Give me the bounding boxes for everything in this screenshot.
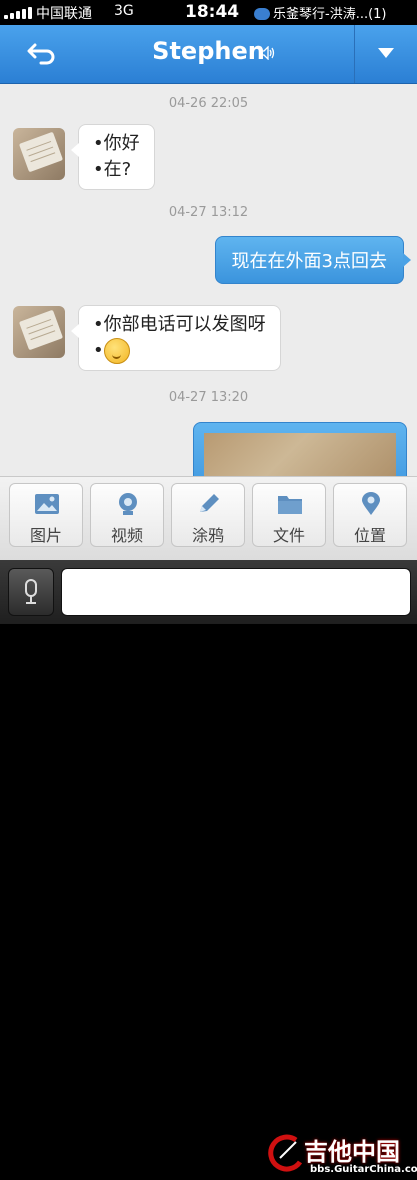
- timestamp: 04-26 22:05: [168, 96, 249, 111]
- picture-button[interactable]: 图片: [9, 483, 83, 547]
- notification: 乐釜琴行-洪涛...(1): [254, 3, 387, 22]
- video-label: 视频: [110, 526, 143, 545]
- microphone-icon: [25, 579, 37, 604]
- timestamp: 04-27 13:12: [168, 205, 249, 220]
- speaker-icon: [260, 46, 275, 60]
- attachment-panel: 图片 视频 涂鸦 文件 位置: [0, 476, 417, 561]
- status-bar: 中国联通 3G 18:44 乐釜琴行-洪涛...(1): [0, 0, 417, 25]
- file-label: 文件: [272, 526, 305, 545]
- navigation-bar: Stephen: [0, 25, 417, 84]
- doodle-label: 涂鸦: [191, 526, 224, 545]
- notification-text: 乐釜琴行-洪涛...(1): [273, 7, 387, 22]
- dropdown-triangle-icon: [378, 48, 394, 58]
- image-thumbnail[interactable]: [204, 433, 396, 476]
- smiley-face-icon: [103, 338, 130, 364]
- message-input[interactable]: [62, 569, 410, 615]
- message-text: 现在在外面3点回去: [231, 251, 387, 272]
- guitar-logo-icon: [268, 1134, 303, 1172]
- message-bubble-icon: [254, 7, 270, 20]
- message-bubble-incoming[interactable]: •你好 •在?: [71, 124, 155, 190]
- menu-dropdown-button[interactable]: [354, 25, 417, 83]
- watermark: 吉他中国 bbs.GuitarChina.com: [266, 1130, 417, 1180]
- message-line: •你部电话可以发图呀: [93, 314, 266, 335]
- video-button[interactable]: 视频: [90, 483, 164, 547]
- message-bubble-incoming[interactable]: •你部电话可以发图呀 •: [71, 305, 281, 371]
- picture-icon: [35, 494, 59, 514]
- location-pin-icon: [362, 492, 380, 515]
- watermark-url: bbs.GuitarChina.com: [310, 1164, 417, 1175]
- clock: 18:44: [185, 2, 240, 22]
- doodle-button[interactable]: 涂鸦: [171, 483, 245, 547]
- picture-label: 图片: [29, 526, 62, 545]
- network-type: 3G: [114, 3, 134, 19]
- file-button[interactable]: 文件: [252, 483, 326, 547]
- watermark-title: 吉他中国: [304, 1138, 400, 1166]
- image-message-outgoing[interactable]: [193, 422, 407, 476]
- location-button[interactable]: 位置: [333, 483, 407, 547]
- timestamp: 04-27 13:20: [168, 390, 249, 405]
- location-label: 位置: [353, 526, 386, 545]
- message-line: •你好: [93, 133, 140, 154]
- input-bar: 吉他中国 bbs.GuitarChina.com: [0, 560, 417, 1175]
- message-input-container[interactable]: [61, 568, 411, 616]
- avatar[interactable]: [13, 128, 65, 180]
- pencil-icon: [200, 494, 219, 512]
- message-line: •: [93, 340, 104, 361]
- folder-icon: [278, 496, 302, 514]
- chat-area[interactable]: 04-26 22:05 •你好 •在? 04-27 13:12 现在在外面3点回…: [0, 84, 417, 476]
- message-line: •在?: [93, 159, 132, 180]
- signal-strength-icon: [4, 7, 32, 19]
- carrier-name: 中国联通: [36, 6, 92, 22]
- message-bubble-outgoing[interactable]: 现在在外面3点回去: [214, 236, 412, 284]
- avatar[interactable]: [13, 306, 65, 358]
- video-icon: [119, 493, 137, 515]
- voice-input-button[interactable]: [8, 568, 54, 616]
